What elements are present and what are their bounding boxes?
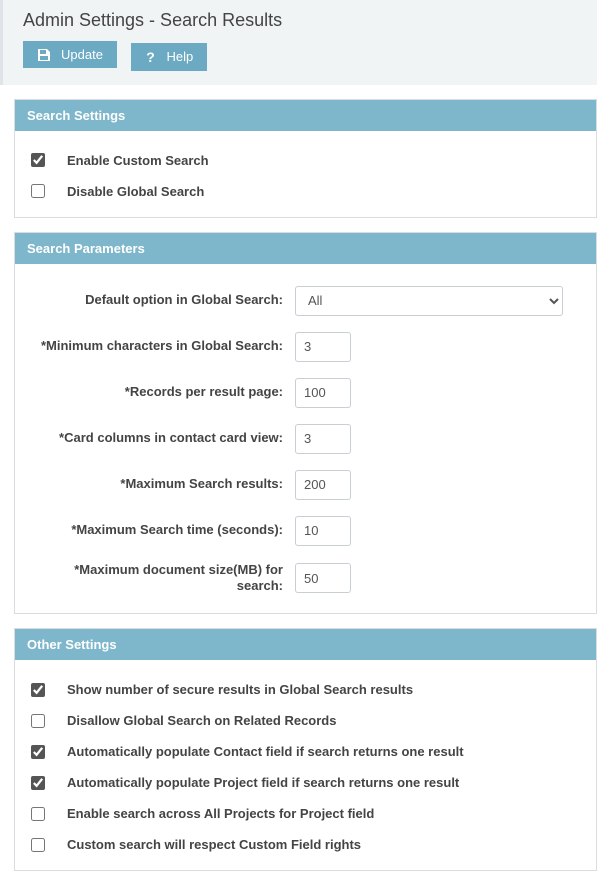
show-secure-count-label: Show number of secure results in Global … [67, 682, 413, 697]
max-time-label: *Maximum Search time (seconds): [31, 522, 295, 539]
disable-global-search-row: Disable Global Search [31, 176, 580, 207]
update-button[interactable]: Update [23, 41, 117, 68]
max-results-row: *Maximum Search results: [31, 462, 580, 508]
auto-project-row: Automatically populate Project field if … [31, 767, 580, 798]
search-settings-header: Search Settings [15, 100, 596, 131]
search-all-projects-checkbox[interactable] [31, 807, 45, 821]
respect-custom-field-label: Custom search will respect Custom Field … [67, 837, 361, 852]
max-time-row: *Maximum Search time (seconds): [31, 508, 580, 554]
card-columns-row: *Card columns in contact card view: [31, 416, 580, 462]
auto-contact-checkbox[interactable] [31, 745, 45, 759]
other-settings-header: Other Settings [15, 629, 596, 660]
disable-global-search-checkbox[interactable] [31, 184, 45, 198]
default-option-label: Default option in Global Search: [31, 292, 295, 309]
help-icon: ? [145, 49, 157, 65]
page-title: Admin Settings - Search Results [23, 10, 577, 31]
auto-contact-label: Automatically populate Contact field if … [67, 744, 464, 759]
min-chars-input[interactable] [295, 332, 351, 362]
disallow-related-row: Disallow Global Search on Related Record… [31, 705, 580, 736]
search-parameters-header: Search Parameters [15, 233, 596, 264]
search-settings-body: Enable Custom Search Disable Global Sear… [15, 131, 596, 217]
auto-project-label: Automatically populate Project field if … [67, 775, 459, 790]
enable-custom-search-label: Enable Custom Search [67, 153, 209, 168]
auto-contact-row: Automatically populate Contact field if … [31, 736, 580, 767]
enable-custom-search-row: Enable Custom Search [31, 145, 580, 176]
other-settings-body: Show number of secure results in Global … [15, 660, 596, 870]
card-columns-input[interactable] [295, 424, 351, 454]
disallow-related-checkbox[interactable] [31, 714, 45, 728]
enable-custom-search-checkbox[interactable] [31, 153, 45, 167]
max-results-label: *Maximum Search results: [31, 476, 295, 493]
help-button-label: Help [167, 49, 194, 64]
disable-global-search-label: Disable Global Search [67, 184, 204, 199]
search-parameters-body: Default option in Global Search: All *Mi… [15, 264, 596, 614]
save-icon [37, 48, 51, 62]
respect-custom-field-checkbox[interactable] [31, 838, 45, 852]
respect-custom-field-row: Custom search will respect Custom Field … [31, 829, 580, 860]
records-per-page-label: *Records per result page: [31, 384, 295, 401]
records-per-page-row: *Records per result page: [31, 370, 580, 416]
max-results-input[interactable] [295, 470, 351, 500]
show-secure-count-checkbox[interactable] [31, 683, 45, 697]
search-parameters-panel: Search Parameters Default option in Glob… [14, 232, 597, 615]
default-option-row: Default option in Global Search: All [31, 278, 580, 324]
help-button[interactable]: ? Help [131, 43, 208, 71]
max-doc-size-label: *Maximum document size(MB) for search: [31, 562, 295, 596]
search-all-projects-label: Enable search across All Projects for Pr… [67, 806, 374, 821]
min-chars-row: *Minimum characters in Global Search: [31, 324, 580, 370]
card-columns-label: *Card columns in contact card view: [31, 430, 295, 447]
max-doc-size-input[interactable] [295, 563, 351, 593]
page-header: Admin Settings - Search Results Update ?… [0, 0, 597, 85]
other-settings-panel: Other Settings Show number of secure res… [14, 628, 597, 871]
max-time-input[interactable] [295, 516, 351, 546]
auto-project-checkbox[interactable] [31, 776, 45, 790]
search-settings-panel: Search Settings Enable Custom Search Dis… [14, 99, 597, 218]
max-doc-size-row: *Maximum document size(MB) for search: [31, 554, 580, 604]
update-button-label: Update [61, 47, 103, 62]
default-option-select[interactable]: All [295, 286, 563, 316]
disallow-related-label: Disallow Global Search on Related Record… [67, 713, 336, 728]
min-chars-label: *Minimum characters in Global Search: [31, 338, 295, 355]
search-all-projects-row: Enable search across All Projects for Pr… [31, 798, 580, 829]
records-per-page-input[interactable] [295, 378, 351, 408]
toolbar: Update ? Help [23, 41, 577, 71]
show-secure-count-row: Show number of secure results in Global … [31, 674, 580, 705]
